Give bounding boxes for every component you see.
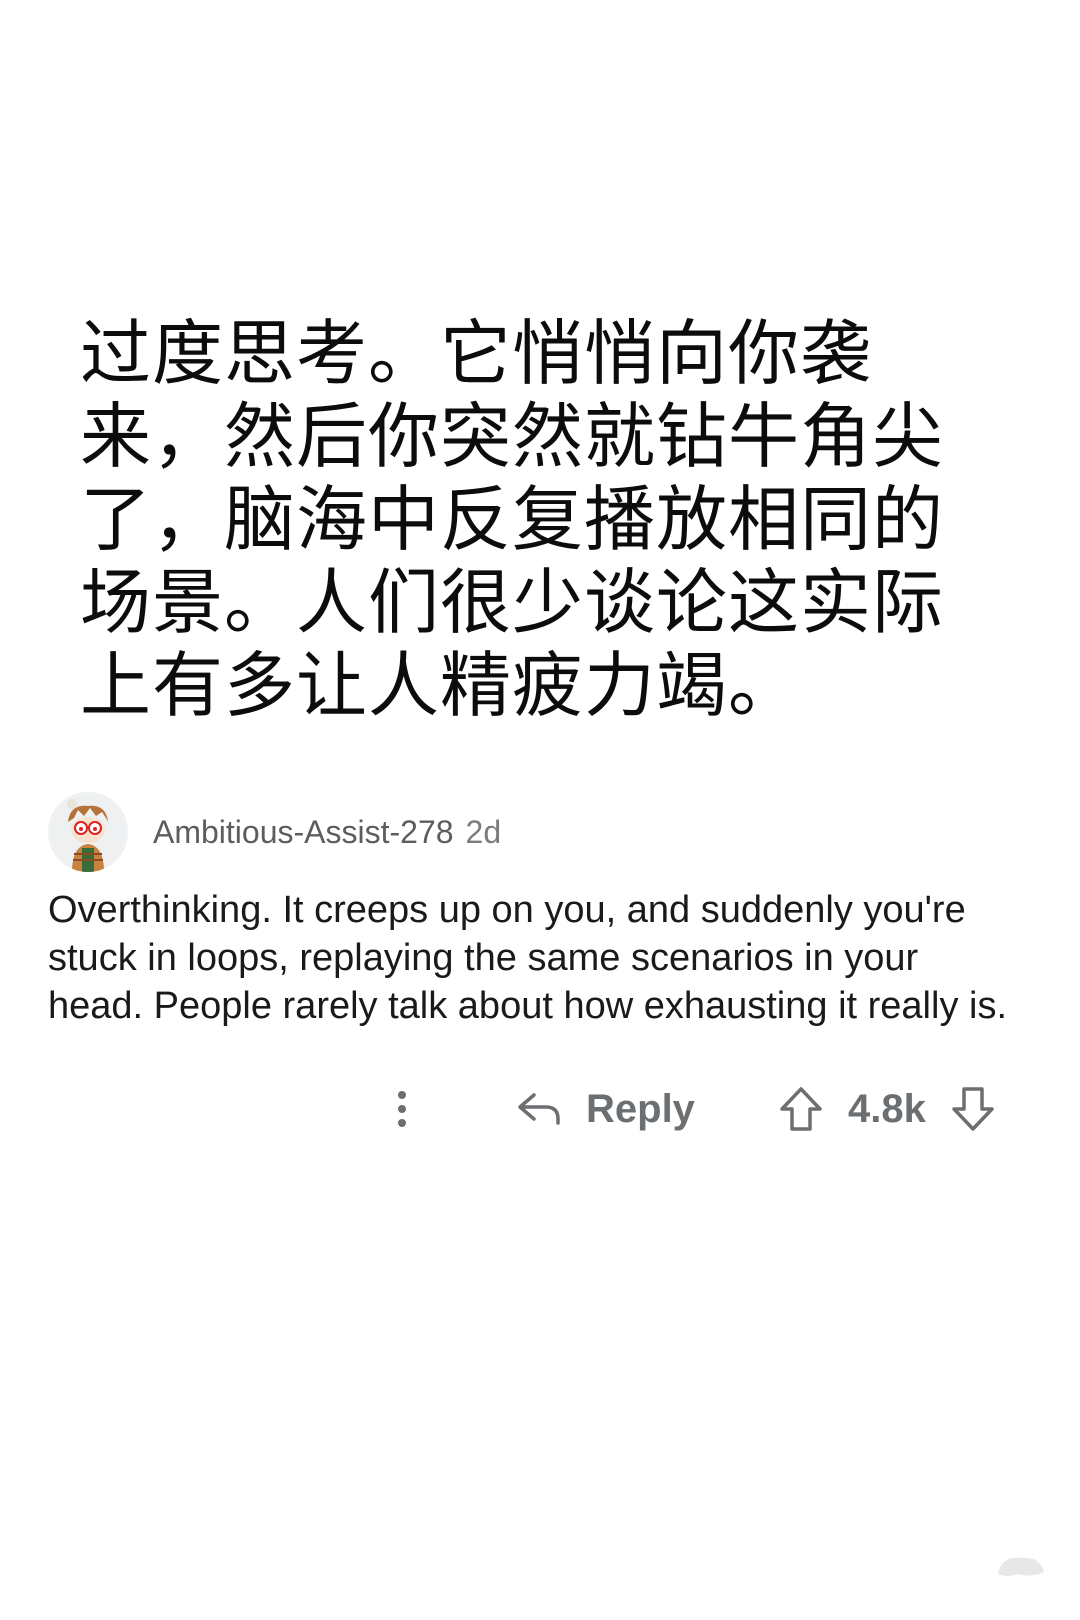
- upvote-arrow-icon: [780, 1087, 822, 1131]
- comment-header: Ambitious-Assist-278 2d: [48, 790, 1038, 874]
- vote-count: 4.8k: [848, 1086, 926, 1131]
- more-vertical-icon: [398, 1091, 406, 1127]
- downvote-arrow-icon: [952, 1087, 994, 1131]
- comment: Ambitious-Assist-278 2d Overthinking. It…: [48, 790, 1038, 1030]
- comment-username[interactable]: Ambitious-Assist-278: [153, 814, 454, 851]
- snoo-avatar-icon: [48, 792, 128, 872]
- reply-arrow-icon: [518, 1093, 560, 1125]
- watermark-icon: [998, 1557, 1044, 1576]
- downvote-button[interactable]: [950, 1085, 996, 1133]
- reply-label: Reply: [586, 1086, 695, 1131]
- comment-action-bar: Reply 4.8k: [0, 1075, 1080, 1145]
- comment-timestamp: 2d: [465, 813, 502, 850]
- comment-body: Overthinking. It creeps up on you, and s…: [48, 889, 1007, 1027]
- more-options-button[interactable]: [382, 1081, 422, 1137]
- vote-group: 4.8k: [778, 1079, 996, 1139]
- reply-button[interactable]: Reply: [516, 1079, 695, 1139]
- translated-post-text: 过度思考。它悄悄向你袭来，然后你突然就钻牛角尖了，脑海中反复播放相同的场景。人们…: [80, 312, 945, 727]
- upvote-button[interactable]: [778, 1085, 824, 1133]
- avatar[interactable]: [48, 792, 128, 872]
